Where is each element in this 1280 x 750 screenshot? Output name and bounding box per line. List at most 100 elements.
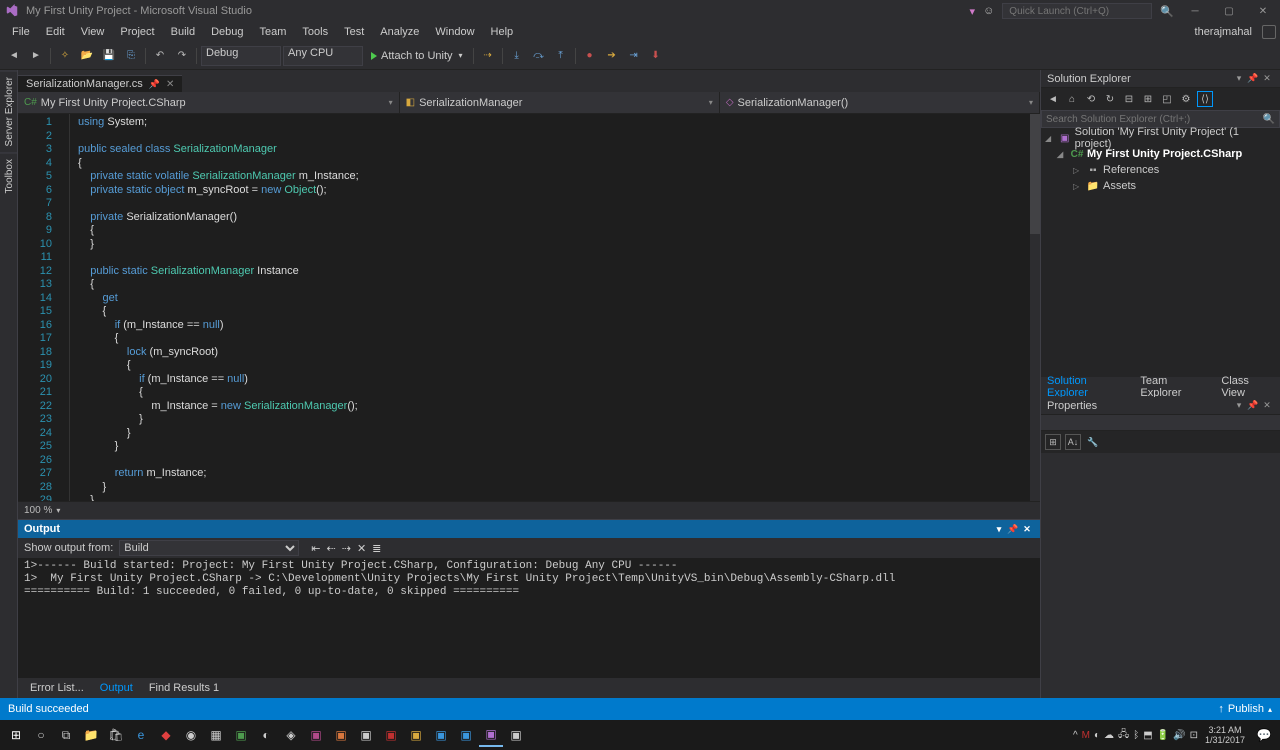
- start-button[interactable]: ⊞: [4, 723, 28, 747]
- attach-to-unity-button[interactable]: Attach to Unity▾: [365, 46, 469, 66]
- find-results-tab[interactable]: Find Results 1: [141, 680, 227, 696]
- se-show-all-icon[interactable]: ⊞: [1140, 91, 1156, 107]
- taskbar-clock[interactable]: 3:21 AM 1/31/2017: [1199, 725, 1251, 745]
- window-position-icon[interactable]: ▾: [992, 522, 1006, 536]
- search-icon[interactable]: 🔍: [1263, 114, 1275, 125]
- close-panel-icon[interactable]: ✕: [1260, 399, 1274, 413]
- auto-hide-icon[interactable]: 📌: [1246, 72, 1260, 86]
- toggle-word-wrap-icon[interactable]: ≣: [372, 542, 381, 555]
- cortana-icon[interactable]: ○: [29, 723, 53, 747]
- properties-header[interactable]: Properties ▾ 📌 ✕: [1041, 397, 1280, 415]
- search-icon[interactable]: 🔍: [1160, 5, 1174, 18]
- file-explorer-icon[interactable]: 📁: [79, 723, 103, 747]
- debug-step-over-icon[interactable]: ⤼: [529, 46, 549, 66]
- tray-icon[interactable]: ⊡: [1190, 730, 1198, 741]
- alphabetical-icon[interactable]: A↓: [1065, 434, 1081, 450]
- notifications-icon[interactable]: ▾: [970, 5, 976, 18]
- solution-config-dropdown[interactable]: Debug: [201, 46, 281, 66]
- output-text[interactable]: 1>------ Build started: Project: My Firs…: [18, 558, 1040, 678]
- properties-combo[interactable]: [1041, 415, 1280, 431]
- publish-button[interactable]: ↑Publish▴: [1218, 703, 1272, 715]
- code-content[interactable]: using System; public sealed class Serial…: [70, 114, 1040, 501]
- se-back-icon[interactable]: ◄: [1045, 91, 1061, 107]
- se-collapse-icon[interactable]: ⊟: [1121, 91, 1137, 107]
- show-output-from-dropdown[interactable]: Build: [119, 540, 299, 556]
- chrome-icon[interactable]: ◉: [179, 723, 203, 747]
- expand-icon[interactable]: ▷: [1073, 182, 1083, 191]
- visual-studio-icon[interactable]: ▣: [479, 723, 503, 747]
- vertical-scrollbar[interactable]: [1030, 114, 1040, 501]
- close-tab-icon[interactable]: ✕: [166, 79, 174, 90]
- menu-analyze[interactable]: Analyze: [372, 24, 427, 40]
- battery-icon[interactable]: 🔋: [1157, 730, 1169, 741]
- signed-in-user[interactable]: therajmahal: [1195, 26, 1258, 38]
- scrollbar-thumb[interactable]: [1030, 114, 1040, 234]
- fold-gutter[interactable]: [58, 114, 70, 501]
- close-button[interactable]: ✕: [1250, 2, 1276, 20]
- menu-test[interactable]: Test: [336, 24, 372, 40]
- doc-tab-serializationmanager[interactable]: SerializationManager.cs 📌 ✕: [18, 75, 182, 92]
- app-icon-8[interactable]: ▣: [379, 723, 403, 747]
- app-icon-7[interactable]: ▣: [354, 723, 378, 747]
- save-all-button[interactable]: ⎘: [121, 46, 141, 66]
- se-search-input[interactable]: [1046, 114, 1263, 125]
- nav-back-button[interactable]: ◄: [4, 46, 24, 66]
- prev-message-icon[interactable]: ⇠: [327, 542, 336, 555]
- run-to-cursor-icon[interactable]: ⇥: [624, 46, 644, 66]
- app-icon-9[interactable]: ▣: [404, 723, 428, 747]
- tray-icon[interactable]: ◐: [1094, 730, 1100, 741]
- debug-step-into-icon[interactable]: ⤓: [507, 46, 527, 66]
- action-center-icon[interactable]: 💬: [1252, 723, 1276, 747]
- tray-icon[interactable]: ⬒: [1143, 730, 1152, 741]
- next-message-icon[interactable]: ⇢: [342, 542, 351, 555]
- menu-team[interactable]: Team: [252, 24, 295, 40]
- edge-icon[interactable]: e: [129, 723, 153, 747]
- menu-build[interactable]: Build: [163, 24, 203, 40]
- se-view-code-icon[interactable]: ⟨⟩: [1197, 91, 1213, 107]
- app-icon-1[interactable]: ◆: [154, 723, 178, 747]
- new-project-button[interactable]: ✧: [55, 46, 75, 66]
- tray-up-icon[interactable]: ^: [1073, 730, 1078, 741]
- bluetooth-icon[interactable]: ᛒ: [1133, 730, 1139, 741]
- menu-help[interactable]: Help: [483, 24, 522, 40]
- se-preview-icon[interactable]: ◰: [1159, 91, 1175, 107]
- se-refresh-icon[interactable]: ↻: [1102, 91, 1118, 107]
- menu-tools[interactable]: Tools: [294, 24, 336, 40]
- network-icon[interactable]: 🖧: [1118, 727, 1129, 744]
- property-pages-icon[interactable]: 🔧: [1085, 434, 1101, 450]
- unity-icon[interactable]: ◈: [279, 723, 303, 747]
- tree-solution-node[interactable]: ◢▣Solution 'My First Unity Project' (1 p…: [1041, 130, 1280, 146]
- menu-file[interactable]: File: [4, 24, 38, 40]
- app-icon-12[interactable]: ▣: [504, 723, 528, 747]
- save-button[interactable]: 💾: [99, 46, 119, 66]
- se-sync-icon[interactable]: ⟲: [1083, 91, 1099, 107]
- app-icon-11[interactable]: ▣: [454, 723, 478, 747]
- se-properties-icon[interactable]: ⚙: [1178, 91, 1194, 107]
- window-position-icon[interactable]: ▾: [1232, 399, 1246, 413]
- feedback-icon[interactable]: ☺: [983, 5, 994, 17]
- maximize-button[interactable]: ▢: [1216, 2, 1242, 20]
- toolbox-tab[interactable]: Toolbox: [0, 152, 17, 199]
- nav-forward-button[interactable]: ►: [26, 46, 46, 66]
- task-view-icon[interactable]: ⧉: [54, 723, 78, 747]
- undo-button[interactable]: ↶: [150, 46, 170, 66]
- debug-step-out-icon[interactable]: ⤒: [551, 46, 571, 66]
- categorized-icon[interactable]: ⊞: [1045, 434, 1061, 450]
- redo-button[interactable]: ↷: [172, 46, 192, 66]
- system-tray[interactable]: ^ M ◐ ☁ 🖧 ᛒ ⬒ 🔋 🔊 ⊡: [1073, 727, 1198, 744]
- store-icon[interactable]: 🛍: [104, 723, 128, 747]
- output-tab[interactable]: Output: [92, 680, 141, 696]
- breakpoint-icon[interactable]: ●: [580, 46, 600, 66]
- volume-icon[interactable]: 🔊: [1173, 730, 1185, 741]
- user-avatar-icon[interactable]: [1262, 25, 1276, 39]
- find-message-icon[interactable]: ⇤: [311, 542, 320, 555]
- code-editor[interactable]: 1234567891011121314151617181920212223242…: [18, 114, 1040, 501]
- solution-explorer-header[interactable]: Solution Explorer ▾ 📌 ✕: [1041, 70, 1280, 88]
- menu-debug[interactable]: Debug: [203, 24, 251, 40]
- zoom-level[interactable]: 100 %: [24, 505, 52, 516]
- app-icon-3[interactable]: ▣: [229, 723, 253, 747]
- tray-icon[interactable]: ☁: [1104, 730, 1114, 741]
- menu-view[interactable]: View: [73, 24, 113, 40]
- open-file-button[interactable]: 📂: [77, 46, 97, 66]
- app-icon-4[interactable]: ◐: [254, 723, 278, 747]
